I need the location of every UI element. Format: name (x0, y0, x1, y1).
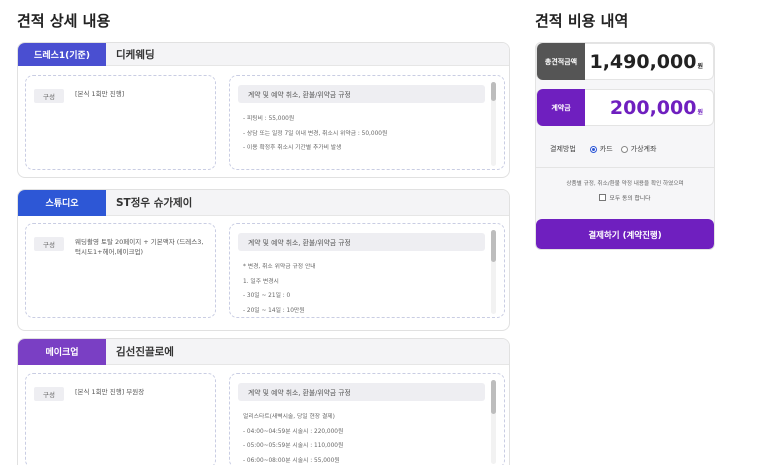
policy-line: - 30일 ~ 21일 : 0 (243, 293, 291, 299)
policy-line: - 피팅비 : 55,000원 (243, 116, 295, 122)
payment-option-label: 가상계좌 (630, 145, 657, 153)
total-amount-unit: 원 (697, 62, 703, 70)
policy-line: - 20일 ~ 14일 : 10만원 (243, 307, 305, 314)
vendor-category-badge: 드레스1(기준) (18, 43, 106, 66)
vendor-category-badge: 메이크업 (18, 339, 106, 365)
composition-box: 구성 [본식 1회만 진행] (25, 75, 216, 170)
total-amount-number: 1,490,000 (589, 50, 697, 73)
vendor-card-dress: 드레스1(기준) 디케웨딩 구성 [본식 1회만 진행] 계약 및 예약 취소,… (17, 42, 510, 178)
scrollbar-thumb[interactable] (491, 380, 496, 414)
vendor-card-makeup: 메이크업 김선진끌로에 구성 [본식 1회만 진행] 부원장 계약 및 예약 취… (17, 338, 510, 465)
policy-line: - 이용 확정후 취소시 기간별 추가비 발생 (243, 145, 342, 151)
policy-lines: 얼리스타트(새벽시술, 당일 현장 결제) - 04:00~04:59분 시술시… (243, 410, 483, 465)
policy-line: - 05:00~05:59분 시술시 : 110,000원 (243, 443, 344, 449)
vendor-card-studio: 스튜디오 ST정우 슈가제이 구성 웨딩촬영 토탈 20페이지 + 기본액자 (… (17, 189, 510, 331)
composition-text: 웨딩촬영 토탈 20페이지 + 기본액자 (드레스3, 턱시도1+헤어,메이크업… (75, 238, 204, 257)
composition-text: [본식 1회만 진행] 부원장 (75, 388, 145, 396)
deposit-number: 200,000 (609, 96, 697, 119)
policy-title: 계약 및 예약 취소, 환불/위약금 규정 (238, 85, 485, 103)
policy-line: 1. 일주 변경시 (243, 278, 279, 285)
policy-line: - 06:00~08:00분 시술시 : 55,000원 (243, 457, 340, 464)
policy-box[interactable]: 계약 및 예약 취소, 환불/위약금 규정 * 변경, 취소 위약금 규정 안내… (229, 223, 505, 318)
payment-option-card[interactable]: 카드 (589, 144, 613, 154)
policy-scrollbar[interactable] (491, 380, 496, 464)
vendor-name: 디케웨딩 (116, 48, 155, 61)
policy-lines: - 피팅비 : 55,000원 - 상담 또는 일정 7일 이내 변경, 취소시… (243, 112, 483, 156)
policy-scrollbar[interactable] (491, 230, 496, 314)
agreement-label: 모두 동의 합니다 (609, 196, 651, 202)
vendor-header: 드레스1(기준) 디케웨딩 (18, 43, 509, 66)
vendor-header: 메이크업 김선진끌로에 (18, 339, 509, 365)
policy-line: * 변경, 취소 위약금 규정 안내 (243, 264, 316, 270)
divider (536, 167, 714, 168)
policy-scrollbar[interactable] (491, 82, 496, 166)
composition-tag: 구성 (34, 237, 64, 251)
vendor-name: 김선진끌로에 (116, 346, 174, 358)
deposit-row: 계약금 200,000원 (536, 89, 714, 126)
vendor-header: 스튜디오 ST정우 슈가제이 (18, 190, 509, 216)
policy-line: 얼리스타트(새벽시술, 당일 현장 결제) (243, 414, 335, 420)
payment-method-label: 결제방법 (550, 145, 576, 153)
payment-option-virtual-account[interactable]: 가상계좌 (620, 144, 657, 154)
scrollbar-thumb[interactable] (491, 82, 496, 101)
total-amount-label: 총견적금액 (537, 43, 585, 80)
composition-text: [본식 1회만 진행] (75, 90, 125, 98)
detail-section-title: 견적 상세 내용 (17, 12, 111, 30)
policy-box[interactable]: 계약 및 예약 취소, 환불/위약금 규정 - 피팅비 : 55,000원 - … (229, 75, 505, 170)
agreement-note: 상품별 규정, 취소/환불 약정 내용을 확인 하였으며 (566, 181, 684, 187)
policy-title: 계약 및 예약 취소, 환불/위약금 규정 (238, 383, 485, 401)
deposit-value: 200,000원 (585, 97, 713, 119)
total-amount-row: 총견적금액 1,490,000원 (536, 43, 714, 80)
cost-panel: 총견적금액 1,490,000원 계약금 200,000원 결제방법 카드 가상… (535, 42, 715, 250)
composition-tag: 구성 (34, 89, 64, 103)
payment-option-label: 카드 (599, 145, 613, 153)
agreement-checkbox-row[interactable]: 모두 동의 합니다 (536, 193, 714, 202)
pay-button[interactable]: 결제하기 (계약진행) (536, 219, 714, 249)
total-amount-value: 1,490,000원 (585, 51, 713, 73)
policy-line: - 04:00~04:59분 시술시 : 220,000원 (243, 428, 344, 435)
agreement-checkbox[interactable] (599, 194, 607, 201)
policy-line: - 상담 또는 일정 7일 이내 변경, 취소시 위약금 : 50,000원 (243, 130, 388, 137)
radio-icon[interactable] (620, 145, 628, 153)
payment-method-row: 결제방법 카드 가상계좌 (536, 135, 714, 163)
vendor-name: ST정우 슈가제이 (116, 197, 193, 209)
composition-box: 구성 [본식 1회만 진행] 부원장 (25, 373, 216, 465)
policy-lines: * 변경, 취소 위약금 규정 안내 1. 일주 변경시 - 30일 ~ 21일… (243, 260, 483, 317)
deposit-unit: 원 (697, 108, 703, 116)
composition-tag: 구성 (34, 387, 64, 401)
composition-box: 구성 웨딩촬영 토탈 20페이지 + 기본액자 (드레스3, 턱시도1+헤어,메… (25, 223, 216, 318)
radio-selected-icon[interactable] (589, 145, 597, 153)
cost-section-title: 견적 비용 내역 (535, 12, 629, 30)
policy-title: 계약 및 예약 취소, 환불/위약금 규정 (238, 233, 485, 251)
scrollbar-thumb[interactable] (491, 230, 496, 262)
deposit-label: 계약금 (537, 89, 585, 126)
vendor-category-badge: 스튜디오 (18, 190, 106, 216)
policy-box[interactable]: 계약 및 예약 취소, 환불/위약금 규정 얼리스타트(새벽시술, 당일 현장 … (229, 373, 505, 465)
